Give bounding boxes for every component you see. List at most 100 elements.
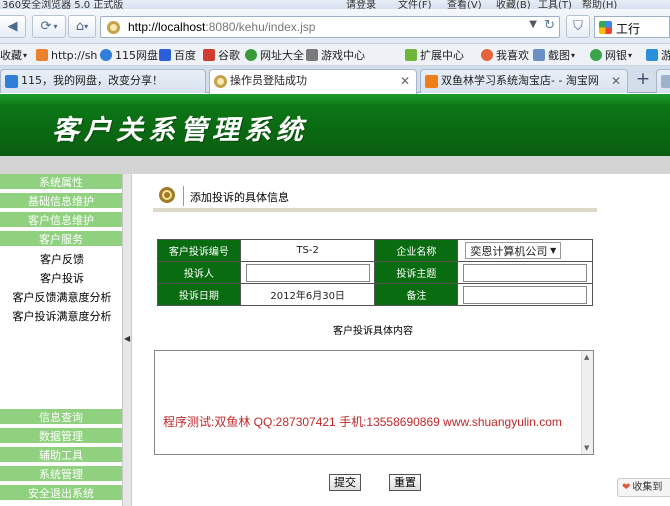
sidebar-cat-aux-tools[interactable]: 辅助工具 xyxy=(0,447,122,464)
section-title-rule xyxy=(153,208,597,212)
sidebar-menu: 系统属性 基础信息维护 客户信息维护 客户服务 客户反馈 客户投诉 客户反馈满意… xyxy=(0,174,122,506)
address-refresh-icon[interactable]: ↻ xyxy=(544,18,555,33)
favorite-collect-button[interactable]: ❤ 收集到 xyxy=(617,478,670,497)
chevron-down-icon: ▾ xyxy=(84,22,89,31)
bookmark-site-directory[interactable]: 网址大全 xyxy=(245,47,304,63)
menu-favorites[interactable]: 收藏(B) xyxy=(496,0,531,9)
heart-icon xyxy=(481,49,493,61)
menu-help[interactable]: 帮助(H) xyxy=(582,0,617,9)
chevron-down-icon: ▾ xyxy=(53,22,58,31)
complaint-form-table: 客户投诉编号 TS-2 企业名称 奕恩计算机公司 ▼ 投诉人 投诉主题 投诉日期… xyxy=(157,239,593,306)
textarea-scrollbar[interactable]: ▲ ▼ xyxy=(581,351,593,454)
company-selected-value: 奕恩计算机公司 xyxy=(470,244,548,258)
company-label: 企业名称 xyxy=(374,239,459,262)
bookmark-baidu[interactable]: 百度 xyxy=(159,47,196,63)
complaint-content-text: 程序测试:双鱼林 QQ:287307421 手机:13558690869 www… xyxy=(163,415,562,429)
subject-input[interactable] xyxy=(463,263,588,282)
bookmark-games[interactable]: 游 xyxy=(646,47,670,63)
collapse-arrow-icon: ◀ xyxy=(124,334,131,343)
url-text: http://localhost:8080/kehu/index.jsp xyxy=(128,20,316,34)
shield-button[interactable]: ⛉ xyxy=(566,15,590,38)
address-dropdown-icon[interactable]: ▼ xyxy=(529,19,537,30)
bookmark-icon xyxy=(36,49,48,61)
banner-divider xyxy=(0,156,670,174)
home-button[interactable]: ⌂ ▾ xyxy=(68,15,96,38)
heart-icon: ❤ xyxy=(622,482,631,493)
gamepad-icon xyxy=(306,49,318,61)
tab-favicon-icon xyxy=(214,75,227,88)
sidebar-toggle-handle[interactable]: ◀ xyxy=(122,174,132,506)
login-link[interactable]: 请登录 xyxy=(346,0,376,9)
bank-icon xyxy=(590,49,602,61)
tab-strip: 115，我的网盘，改变分享！ 操作员登陆成功 ✕ 双鱼林学习系统淘宝店- - 淘… xyxy=(0,66,670,94)
chevron-down-icon: ▾ xyxy=(571,50,576,60)
bookmark-extensions[interactable]: 扩展中心 xyxy=(405,47,464,63)
scroll-up-icon[interactable]: ▲ xyxy=(584,353,589,361)
subject-label: 投诉主题 xyxy=(374,261,459,284)
bookmark-google[interactable]: 谷歌 xyxy=(203,47,240,63)
bookmark-favorites[interactable]: 收藏 ▾ xyxy=(0,47,27,63)
sidebar-cat-system-management[interactable]: 系统管理 xyxy=(0,466,122,483)
site-favicon-icon xyxy=(107,21,120,34)
address-bar[interactable]: http://localhost:8080/kehu/index.jsp ▼ ↻ xyxy=(100,16,560,38)
close-tab-icon[interactable]: ✕ xyxy=(400,70,410,92)
cloud-icon xyxy=(100,49,112,61)
sidebar-cat-data-management[interactable]: 数据管理 xyxy=(0,428,122,445)
puzzle-icon xyxy=(405,49,417,61)
reset-button[interactable]: 重置 xyxy=(389,474,421,491)
google-icon xyxy=(203,49,215,61)
sidebar-cat-basic-info[interactable]: 基础信息维护 xyxy=(0,193,122,210)
bookmark-favorites-liked[interactable]: 我喜欢 xyxy=(481,47,529,63)
sidebar-cat-customer-info[interactable]: 客户信息维护 xyxy=(0,212,122,229)
complainant-input[interactable] xyxy=(245,263,370,282)
close-tab-icon[interactable]: ✕ xyxy=(611,70,621,92)
browser-titlebar: 360安全浏览器 5.0 正式版 请登录 文件(F) 查看(V) 收藏(B) 工… xyxy=(0,0,670,9)
sidebar-item-complaint-analysis[interactable]: 客户投诉满意度分析 xyxy=(0,308,124,326)
complaint-content-textarea[interactable]: 程序测试:双鱼林 QQ:287307421 手机:13558690869 www… xyxy=(154,350,594,455)
sidebar-cat-info-query[interactable]: 信息查询 xyxy=(0,409,122,426)
new-tab-button[interactable]: + xyxy=(633,70,653,90)
sidebar-cat-logout[interactable]: 安全退出系统 xyxy=(0,485,122,502)
bookmarks-bar: 收藏 ▾ http://sh 115网盘 百度 谷歌 网址大全 游戏中心 扩展中心… xyxy=(0,44,670,66)
page-banner: 客户关系管理系统 xyxy=(0,94,670,156)
search-engine-icon xyxy=(599,21,612,34)
company-select[interactable]: 奕恩计算机公司 ▼ xyxy=(465,242,562,259)
back-button[interactable]: ◀ xyxy=(0,15,26,38)
sidebar-cat-system-properties[interactable]: 系统属性 xyxy=(0,174,122,191)
complaint-date-value[interactable]: 2012年6月30日 xyxy=(239,283,376,306)
sidebar-item-feedback[interactable]: 客户反馈 xyxy=(0,251,124,269)
complainant-label: 投诉人 xyxy=(157,261,241,284)
game-icon xyxy=(646,49,658,61)
tab-overflow[interactable] xyxy=(656,69,670,93)
tab-login-success[interactable]: 操作员登陆成功 ✕ xyxy=(209,69,417,94)
sidebar-cat-customer-service[interactable]: 客户服务 xyxy=(0,231,122,248)
tab-favicon-icon xyxy=(661,75,670,88)
sidebar-item-feedback-analysis[interactable]: 客户反馈满意度分析 xyxy=(0,289,124,307)
bookmark-sh[interactable]: http://sh xyxy=(36,47,97,63)
tab-115-netdisk[interactable]: 115，我的网盘，改变分享！ xyxy=(0,69,206,93)
bookmark-115[interactable]: 115网盘 xyxy=(100,47,158,63)
refresh-button[interactable]: ⟳ ▾ xyxy=(32,15,66,38)
refresh-icon: ⟳ xyxy=(40,19,52,34)
bookmark-game-center[interactable]: 游戏中心 xyxy=(306,47,365,63)
complaint-id-value: TS-2 xyxy=(239,239,376,262)
bookmark-screenshot[interactable]: 截图 ▾ xyxy=(533,47,575,63)
bookmark-netbank[interactable]: 网银 ▾ xyxy=(590,47,632,63)
tab-taobao[interactable]: 双鱼林学习系统淘宝店- - 淘宝网 ✕ xyxy=(420,69,628,93)
tab-favicon-icon xyxy=(5,75,18,88)
menu-view[interactable]: 查看(V) xyxy=(447,0,482,9)
baidu-icon xyxy=(159,49,171,61)
home-icon: ⌂ xyxy=(75,19,85,34)
menu-file[interactable]: 文件(F) xyxy=(398,0,432,9)
system-title: 客户关系管理系统 xyxy=(52,115,308,146)
search-engine-box[interactable]: 工行 xyxy=(594,16,670,38)
shield-icon: ⛉ xyxy=(573,19,583,34)
complaint-date-label: 投诉日期 xyxy=(157,283,241,306)
sidebar-item-complaint[interactable]: 客户投诉 xyxy=(0,270,124,288)
scroll-down-icon[interactable]: ▼ xyxy=(584,444,589,452)
remark-input[interactable] xyxy=(463,285,588,304)
section-title: 添加投诉的具体信息 xyxy=(190,191,289,204)
submit-button[interactable]: 提交 xyxy=(329,474,361,491)
globe-icon xyxy=(245,49,257,61)
menu-tools[interactable]: 工具(T) xyxy=(538,0,572,9)
